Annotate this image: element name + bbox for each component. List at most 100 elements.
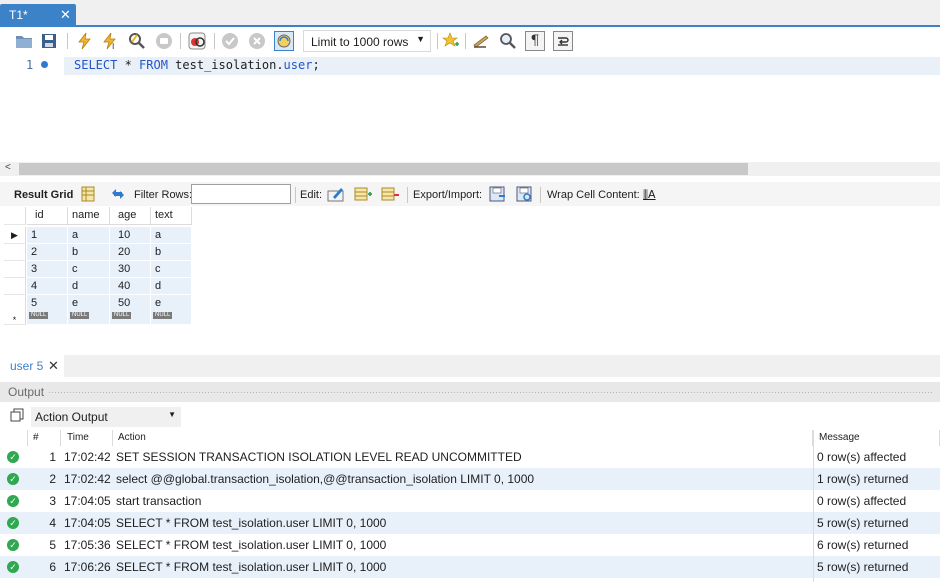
table-row[interactable]: ✓ 1 17:02:42 SET SESSION TRANSACTION ISO…	[0, 446, 940, 468]
table-row[interactable]: 4 d 40 d	[4, 278, 192, 295]
copy-icon[interactable]	[10, 408, 24, 422]
column-header-name[interactable]: name	[68, 207, 110, 225]
table-row[interactable]: ✓ 5 17:05:36 SELECT * FROM test_isolatio…	[0, 534, 940, 556]
column-header-id[interactable]: id	[27, 207, 68, 225]
delete-row-icon[interactable]	[381, 186, 399, 205]
grid-cell[interactable]: 30	[110, 261, 151, 278]
result-grid-label[interactable]: Result Grid	[14, 189, 73, 201]
table-row[interactable]: 3 c 30 c	[4, 261, 192, 278]
null-badge: NULL	[112, 312, 132, 319]
table-row[interactable]: ✓ 3 17:04:05 start transaction 0 row(s) …	[0, 490, 940, 512]
success-check-icon: ✓	[7, 517, 19, 529]
editor-tab-strip	[0, 0, 940, 26]
save-icon[interactable]	[39, 31, 59, 51]
editor-horizontal-scrollbar[interactable]: <	[0, 162, 940, 176]
commit-icon[interactable]	[220, 31, 240, 51]
grid-cell[interactable]: 1	[27, 227, 68, 244]
grid-layout-icon[interactable]	[81, 186, 97, 202]
grid-cell[interactable]: NULL	[27, 311, 68, 325]
column-header-age[interactable]: age	[110, 207, 151, 225]
sql-editor[interactable]: 1 SELECT * FROM test_isolation.user;	[0, 55, 940, 162]
row-header	[4, 261, 26, 278]
wrap-cell-icon[interactable]: ⫼A	[643, 188, 656, 202]
table-row[interactable]: ✓ 2 17:02:42 select @@global.transaction…	[0, 468, 940, 490]
row-time: 17:06:26	[64, 560, 111, 574]
drag-grip[interactable]	[48, 391, 934, 394]
scrollbar-thumb[interactable]	[19, 163, 748, 175]
grid-cell[interactable]: NULL	[68, 311, 110, 325]
grid-cell[interactable]: 4	[27, 278, 68, 295]
grid-cell[interactable]: NULL	[151, 311, 192, 325]
grid-cell[interactable]: b	[151, 244, 192, 261]
editor-tab-t1[interactable]: T1* ✕	[0, 4, 76, 26]
grid-cell[interactable]: d	[68, 278, 110, 295]
invisible-chars-icon[interactable]: ¶	[525, 31, 545, 51]
column-header-number: #	[28, 430, 61, 446]
grid-cell[interactable]: c	[151, 261, 192, 278]
grid-cell[interactable]: d	[151, 278, 192, 295]
chevron-down-icon: ▼	[416, 34, 425, 44]
grid-cell[interactable]: 40	[110, 278, 151, 295]
toolbar-separator	[67, 33, 68, 49]
execute-icon[interactable]	[74, 31, 94, 51]
result-tab-strip	[0, 355, 940, 377]
row-time: 17:05:36	[64, 538, 111, 552]
sql-star: *	[117, 58, 140, 72]
grid-cell[interactable]: c	[68, 261, 110, 278]
sql-keyword-select: SELECT	[74, 58, 118, 72]
toolbar-separator	[540, 187, 541, 203]
editor-tab-label: T1*	[9, 8, 28, 22]
row-message: 1 row(s) returned	[817, 472, 909, 486]
import-icon[interactable]	[516, 186, 534, 205]
result-tab-user5[interactable]: user 5 ✕	[0, 355, 64, 377]
table-row[interactable]: ✓ 4 17:04:05 SELECT * FROM test_isolatio…	[0, 512, 940, 534]
bookmark-star-icon[interactable]	[441, 31, 461, 51]
wrap-icon[interactable]	[553, 31, 573, 51]
insert-row-icon[interactable]	[354, 186, 372, 205]
sql-semicolon: ;	[312, 58, 320, 72]
grid-cell[interactable]: b	[68, 244, 110, 261]
row-time: 17:02:42	[64, 450, 111, 464]
explain-icon[interactable]	[127, 31, 147, 51]
grid-cell[interactable]: 5	[27, 295, 68, 312]
export-icon[interactable]	[489, 186, 507, 205]
close-icon[interactable]: ✕	[48, 358, 59, 374]
open-folder-icon[interactable]	[14, 31, 34, 51]
new-row[interactable]: * NULL NULL NULL NULL	[4, 311, 192, 325]
sql-statement-line[interactable]: SELECT * FROM test_isolation.user;	[74, 58, 320, 72]
find-icon[interactable]	[498, 31, 518, 51]
table-row[interactable]: 5 e 50 e	[4, 295, 192, 312]
table-row[interactable]: ✓ 6 17:06:26 SELECT * FROM test_isolatio…	[0, 556, 940, 578]
grid-cell[interactable]: 50	[110, 295, 151, 312]
edit-row-icon[interactable]	[327, 186, 345, 205]
grid-cell[interactable]: 20	[110, 244, 151, 261]
scroll-left-icon[interactable]: <	[5, 162, 11, 173]
grid-cell[interactable]: NULL	[110, 311, 151, 325]
grid-cell[interactable]: a	[68, 227, 110, 244]
column-header-text[interactable]: text	[151, 207, 192, 225]
beautify-icon[interactable]	[471, 31, 491, 51]
limit-rows-select[interactable]: Limit to 1000 rows ▼	[303, 30, 431, 52]
table-row[interactable]: 2 b 20 b	[4, 244, 192, 261]
result-tab-label: user 5	[10, 359, 44, 373]
refresh-icon[interactable]	[109, 186, 127, 202]
rollback-icon[interactable]	[247, 31, 267, 51]
grid-cell[interactable]: e	[151, 295, 192, 312]
grid-cell[interactable]: 3	[27, 261, 68, 278]
grid-cell[interactable]: 10	[110, 227, 151, 244]
autocommit-icon[interactable]	[274, 31, 294, 51]
stop-icon[interactable]	[154, 31, 174, 51]
row-message: 5 row(s) returned	[817, 516, 909, 530]
toggle-error-icon[interactable]	[187, 31, 207, 51]
sql-keyword-from: FROM	[139, 58, 168, 72]
table-row[interactable]: ▶ 1 a 10 a	[4, 227, 192, 244]
grid-cell[interactable]: e	[68, 295, 110, 312]
output-type-select[interactable]: Action Output ▼	[31, 407, 181, 427]
row-time: 17:04:05	[64, 494, 111, 508]
filter-rows-input[interactable]	[191, 184, 291, 204]
execute-current-icon[interactable]: I	[100, 31, 120, 51]
grid-cell[interactable]: a	[151, 227, 192, 244]
close-tab-icon[interactable]: ✕	[60, 7, 71, 23]
filter-rows-label: Filter Rows:	[134, 189, 193, 201]
grid-cell[interactable]: 2	[27, 244, 68, 261]
